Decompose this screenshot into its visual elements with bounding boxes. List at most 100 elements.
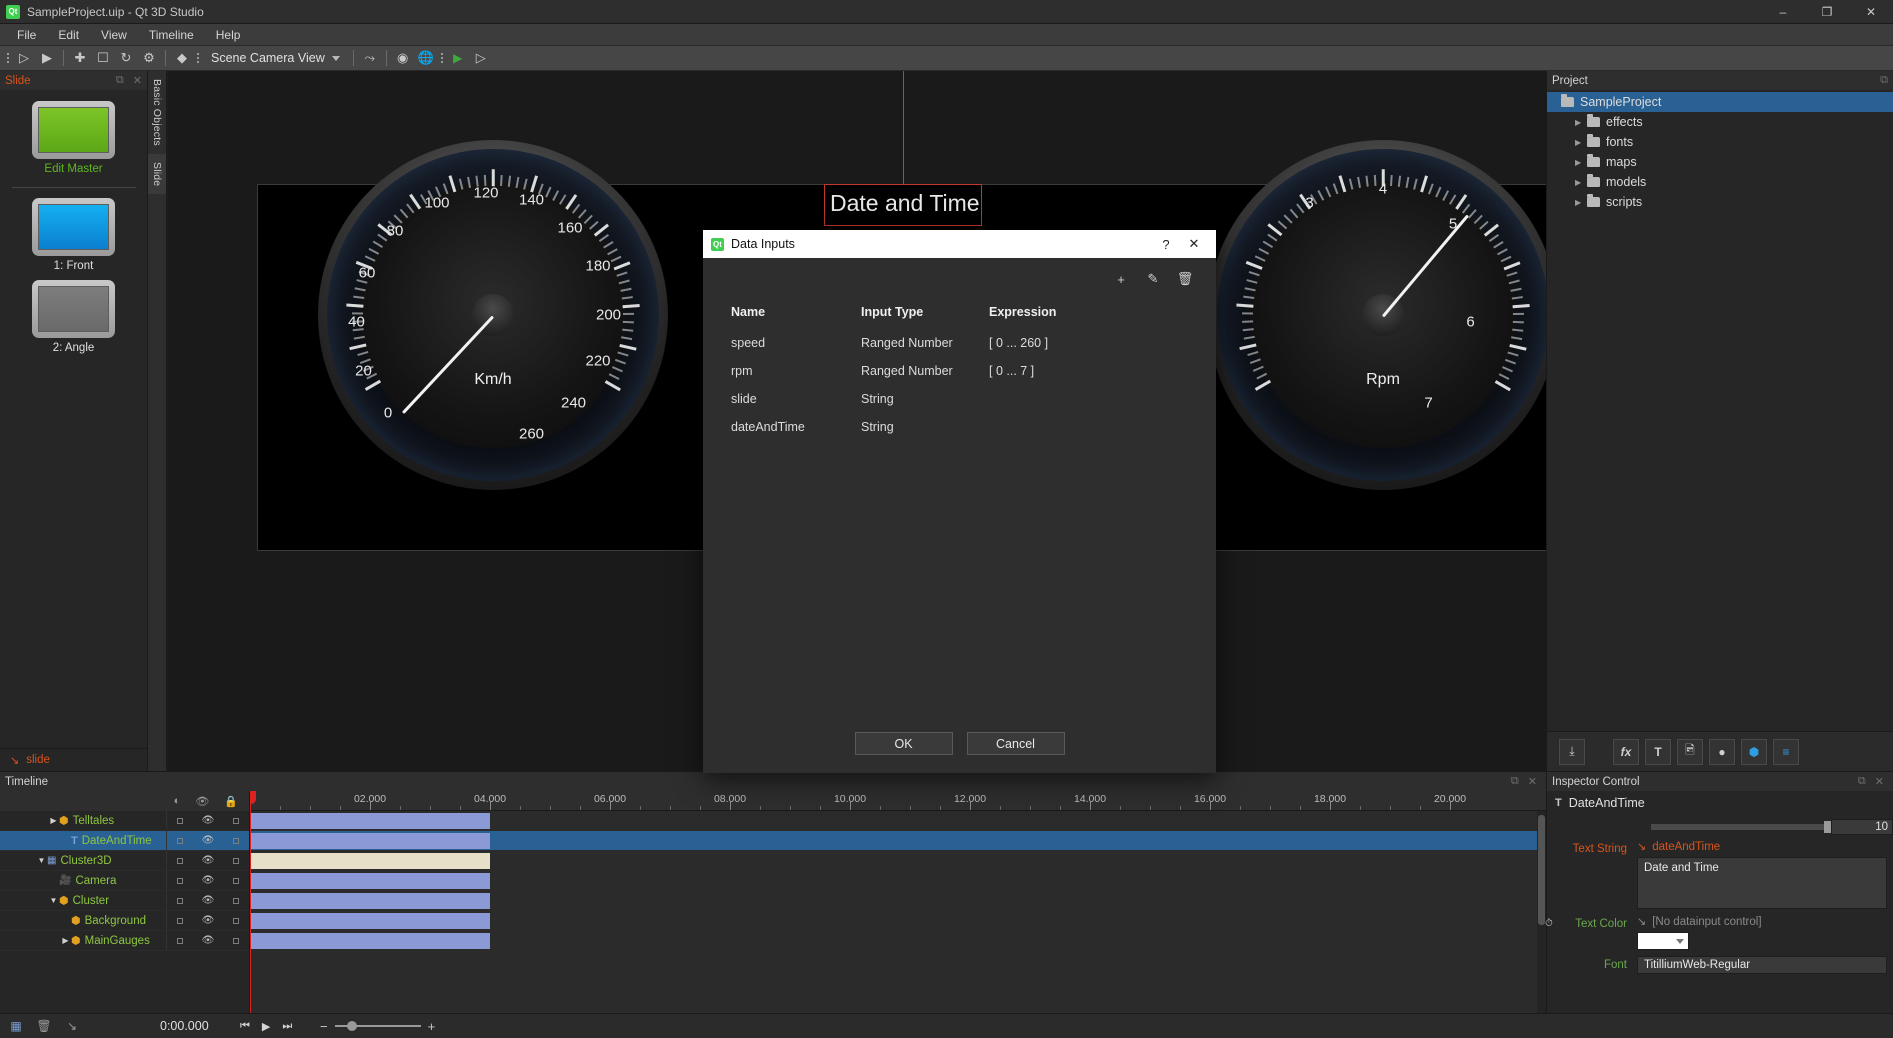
animate-clock-icon[interactable]: ⏱	[1545, 918, 1553, 929]
text-color-picker[interactable]	[1637, 932, 1689, 950]
datainput-link-icon[interactable]: ↘	[64, 1018, 80, 1034]
table-row[interactable]: dateAndTime String	[717, 413, 1202, 441]
lock-toggle[interactable]	[233, 918, 239, 924]
shy-toggle[interactable]	[177, 918, 183, 924]
add-icon[interactable]: +	[1112, 270, 1130, 288]
cancel-button[interactable]: Cancel	[967, 732, 1065, 755]
chevron-right-icon[interactable]: ▶	[60, 936, 71, 945]
tab-slide[interactable]: Slide	[148, 154, 166, 194]
group-select-icon[interactable]: ▶	[36, 47, 58, 69]
slide-item-master[interactable]: Edit Master	[32, 101, 115, 175]
wireframe-globe-icon[interactable]: 🌐	[415, 47, 437, 69]
lock-toggle[interactable]	[233, 858, 239, 864]
shy-toggle[interactable]	[177, 878, 183, 884]
timeline-bar[interactable]	[250, 833, 490, 849]
timeline-lane[interactable]	[250, 851, 1546, 871]
inspector-datainput[interactable]: dateAndTime	[1652, 841, 1720, 853]
ok-button[interactable]: OK	[855, 732, 953, 755]
effect-fx-icon[interactable]: fx	[1613, 739, 1639, 765]
timeline-lane[interactable]	[250, 871, 1546, 891]
table-row[interactable]: slide String	[717, 385, 1202, 413]
timeline-ruler[interactable]: 02.000 04.000 06.000 08.000 10.000 12.00…	[250, 791, 1546, 811]
lock-toggle[interactable]	[233, 838, 239, 844]
timeline-bar[interactable]	[250, 853, 490, 869]
play-icon[interactable]: ▶	[262, 1020, 270, 1033]
timeline-lane[interactable]	[250, 891, 1546, 911]
float-panel-icon[interactable]: ⧉	[1511, 775, 1519, 788]
layer-icon[interactable]: ▦	[8, 1018, 24, 1034]
timeline-scrollbar[interactable]	[1537, 811, 1546, 1013]
eye-visible-icon[interactable]: 👁	[202, 835, 215, 846]
tree-item-sampleproject[interactable]: SampleProject	[1547, 92, 1893, 112]
tree-item-fonts[interactable]: ▶ fonts	[1547, 132, 1893, 152]
timeline-row-cluster[interactable]: ▼ ⬢ Cluster 👁	[0, 891, 249, 911]
rpm-gauge[interactable]: Rpm 3 4 5 6 7	[1208, 140, 1546, 490]
lock-toggle[interactable]	[233, 898, 239, 904]
lock-toggle[interactable]	[233, 818, 239, 824]
toolbar-handle-3[interactable]	[438, 47, 446, 69]
shy-toggle[interactable]	[177, 818, 183, 824]
dialog-help-button[interactable]: ?	[1152, 230, 1180, 258]
float-panel-icon[interactable]: ⧉	[116, 74, 124, 87]
current-time-display[interactable]: 0:00.000	[160, 1019, 209, 1033]
menu-help[interactable]: Help	[205, 24, 252, 46]
timeline-row-maingauges[interactable]: ▶ ⬢ MainGauges 👁	[0, 931, 249, 951]
eye-visible-icon[interactable]: 👁	[202, 855, 215, 866]
speed-gauge[interactable]: Km/h 0 20 40 60 80 100 120 140 160 180 2…	[318, 140, 668, 490]
delete-icon[interactable]: 🗑	[36, 1018, 52, 1034]
shy-toggle[interactable]	[177, 838, 183, 844]
close-panel-icon[interactable]: ✕	[1528, 775, 1537, 788]
zoom-out-button[interactable]: −	[320, 1019, 328, 1034]
chevron-down-icon[interactable]: ▼	[48, 896, 59, 905]
skip-to-end-icon[interactable]: ⏭	[282, 1020, 292, 1033]
fit-selection-icon[interactable]: ⤳	[359, 47, 381, 69]
shy-toggle[interactable]	[177, 898, 183, 904]
timeline-row-telltales[interactable]: ▶ ⬢ Telltales 👁	[0, 811, 249, 831]
toolbar-handle-2[interactable]	[194, 47, 202, 69]
tab-basic-objects[interactable]: Basic Objects	[148, 71, 166, 154]
eye-visible-icon[interactable]: 👁	[202, 815, 215, 826]
datainput-link-icon[interactable]: ↘	[10, 754, 19, 767]
eye-visible-icon[interactable]: 👁	[202, 915, 215, 926]
move-tool-icon[interactable]: ✚	[69, 47, 91, 69]
menu-view[interactable]: View	[90, 24, 138, 46]
close-panel-icon[interactable]: ✕	[1875, 775, 1884, 788]
cursor-arrow-icon[interactable]: ▷	[13, 47, 35, 69]
menu-timeline[interactable]: Timeline	[138, 24, 205, 46]
timeline-bar[interactable]	[250, 893, 490, 909]
rotate-tool-icon[interactable]: ↻	[115, 47, 137, 69]
play-icon[interactable]: ▶	[447, 47, 469, 69]
tree-item-models[interactable]: ▶ models	[1547, 172, 1893, 192]
image-icon[interactable]: 🖻	[1677, 739, 1703, 765]
timeline-bar[interactable]	[250, 873, 490, 889]
eye-visible-icon[interactable]: 👁	[202, 875, 215, 886]
timeline-row-camera[interactable]: 🎥 Camera 👁	[0, 871, 249, 891]
timeline-lane[interactable]	[250, 831, 1546, 851]
lock-toggle[interactable]	[233, 878, 239, 884]
toolbar-handle[interactable]	[4, 47, 12, 69]
timeline-row-cluster3d[interactable]: ▼ ▦ Cluster3D 👁	[0, 851, 249, 871]
keyframe-diamond-icon[interactable]: ◆	[171, 47, 193, 69]
camera-view-dropdown[interactable]: Scene Camera View	[203, 51, 348, 65]
timeline-bar[interactable]	[250, 913, 490, 929]
tree-item-effects[interactable]: ▶ effects	[1547, 112, 1893, 132]
zoom-slider[interactable]	[335, 1025, 421, 1027]
timeline-row-background[interactable]: ⬢ Background 👁	[0, 911, 249, 931]
import-asset-icon[interactable]: ⤓	[1559, 739, 1585, 765]
tree-item-maps[interactable]: ▶ maps	[1547, 152, 1893, 172]
float-panel-icon[interactable]: ⧉	[1858, 775, 1866, 788]
eye-visible-icon[interactable]: 👁	[202, 935, 215, 946]
close-panel-icon[interactable]: ✕	[133, 74, 142, 87]
timeline-lane[interactable]	[250, 931, 1546, 951]
chevron-right-icon[interactable]: ▶	[1575, 138, 1587, 147]
inspector-slider-value[interactable]: 10	[1831, 819, 1893, 835]
chevron-right-icon[interactable]: ▶	[1575, 178, 1587, 187]
table-row[interactable]: rpm Ranged Number [ 0 ... 7 ]	[717, 357, 1202, 385]
timeline-row-dateandtime[interactable]: T DateAndTime 👁	[0, 831, 249, 851]
scale-tool-icon[interactable]: ☐	[92, 47, 114, 69]
maximize-button[interactable]: ❐	[1805, 0, 1849, 24]
model-cube-icon[interactable]: ⬢	[1741, 739, 1767, 765]
material-sphere-icon[interactable]: ●	[1709, 739, 1735, 765]
edit-pencil-icon[interactable]: ✎	[1144, 270, 1162, 288]
orbit-tool-icon[interactable]: ⚙	[138, 47, 160, 69]
